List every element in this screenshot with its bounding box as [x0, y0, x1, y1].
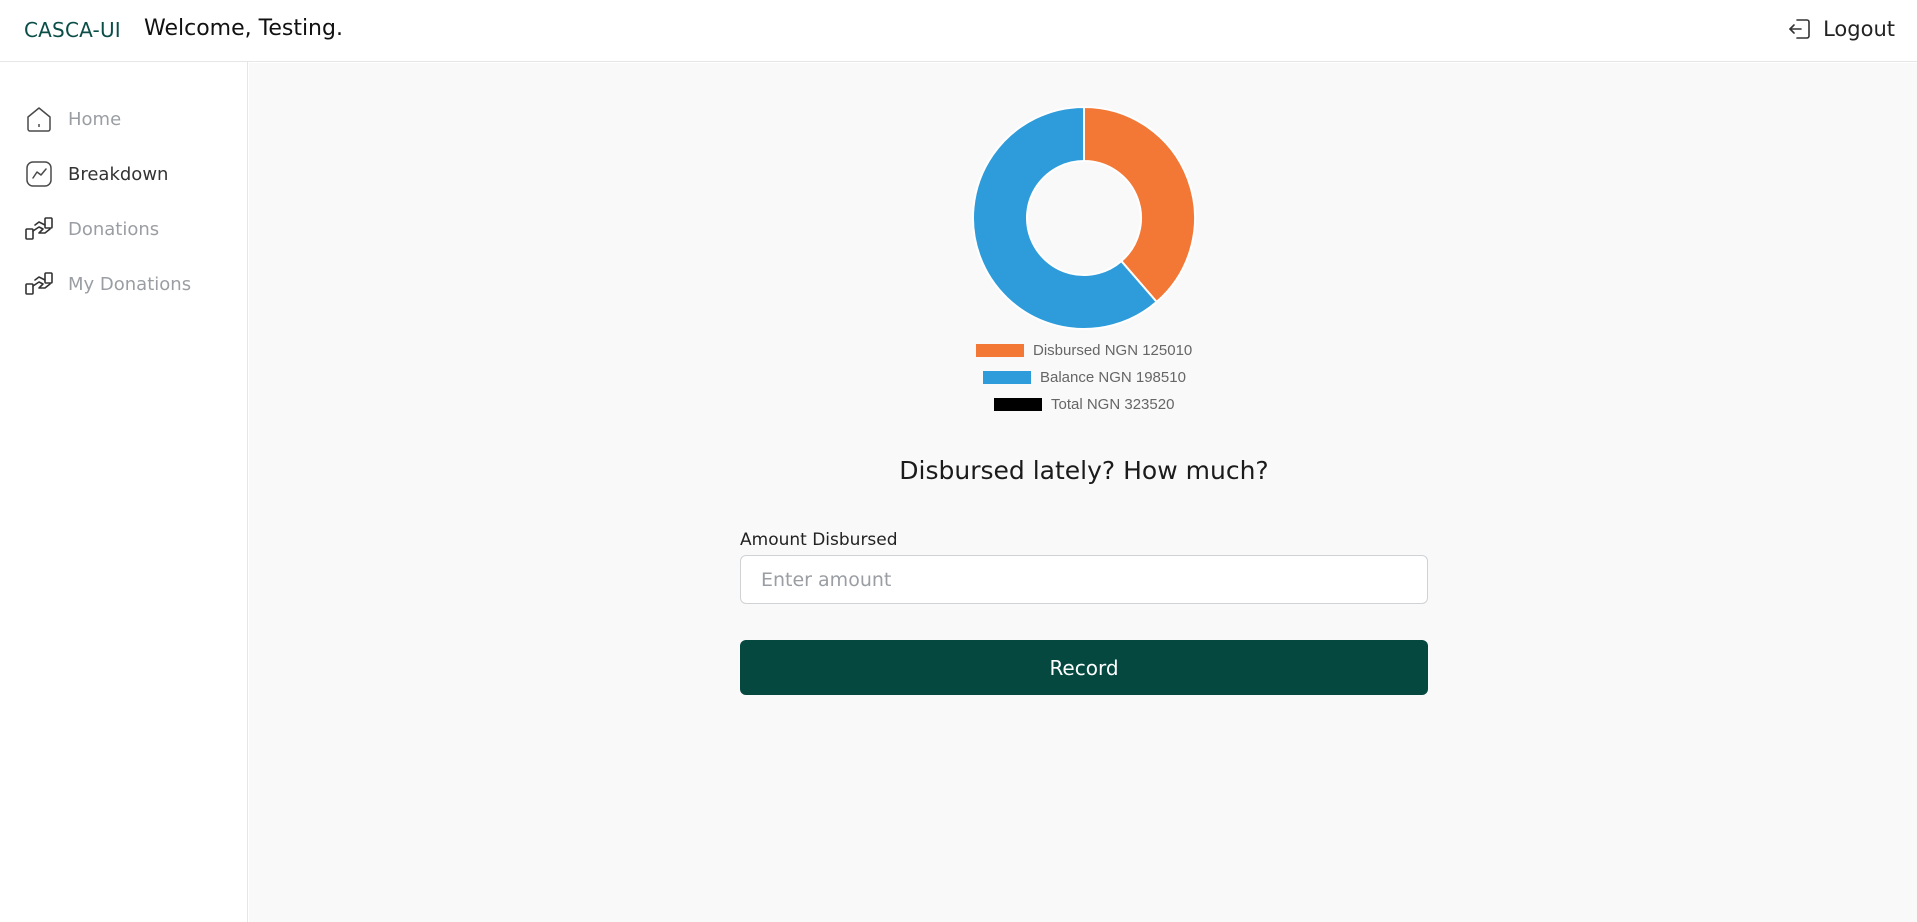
sidebar-item-home[interactable]: Home: [24, 101, 121, 137]
amount-disbursed-label: Amount Disbursed: [740, 530, 898, 550]
legend-label: Disbursed NGN 125010: [1033, 341, 1193, 359]
sidebar-item-my-donations[interactable]: My Donations: [24, 266, 191, 302]
sidebar-item-label: Home: [68, 108, 122, 130]
legend-item-balance[interactable]: Balance NGN 198510: [983, 367, 1186, 387]
legend-item-disbursed[interactable]: Disbursed NGN 125010: [976, 340, 1192, 360]
sidebar-item-donations[interactable]: Donations: [24, 211, 159, 247]
legend-item-total[interactable]: Total NGN 323520: [994, 394, 1174, 414]
sidebar-item-label: Breakdown: [68, 163, 169, 185]
logout-label: Logout: [1823, 17, 1895, 41]
legend-swatch-disbursed: [976, 343, 1024, 357]
disbursement-question: Disbursed lately? How much?: [899, 456, 1269, 485]
legend-label: Balance NGN 198510: [1040, 368, 1186, 386]
handshake-icon: [24, 214, 54, 244]
logout-button[interactable]: Logout: [1787, 16, 1895, 42]
top-bar: CASCA-UI Welcome, Testing. Logout: [0, 0, 1917, 62]
legend-swatch-balance: [983, 370, 1031, 384]
home-icon: [24, 104, 54, 134]
logout-icon: [1787, 16, 1813, 42]
record-button[interactable]: Record: [740, 640, 1428, 695]
disbursement-donut-chart[interactable]: [970, 104, 1198, 332]
amount-input[interactable]: [740, 555, 1428, 604]
sidebar-item-label: Donations: [68, 218, 160, 240]
sidebar: Home Breakdown Donations My Donations: [0, 62, 248, 922]
legend-label: Total NGN 323520: [1051, 395, 1175, 413]
legend-swatch-total: [994, 397, 1042, 411]
sidebar-item-label: My Donations: [68, 273, 192, 295]
chart-icon: [24, 159, 54, 189]
sidebar-item-breakdown[interactable]: Breakdown: [24, 156, 168, 192]
handshake-icon: [24, 269, 54, 299]
brand-logo[interactable]: CASCA-UI: [24, 18, 121, 42]
welcome-message: Welcome, Testing.: [144, 16, 343, 41]
